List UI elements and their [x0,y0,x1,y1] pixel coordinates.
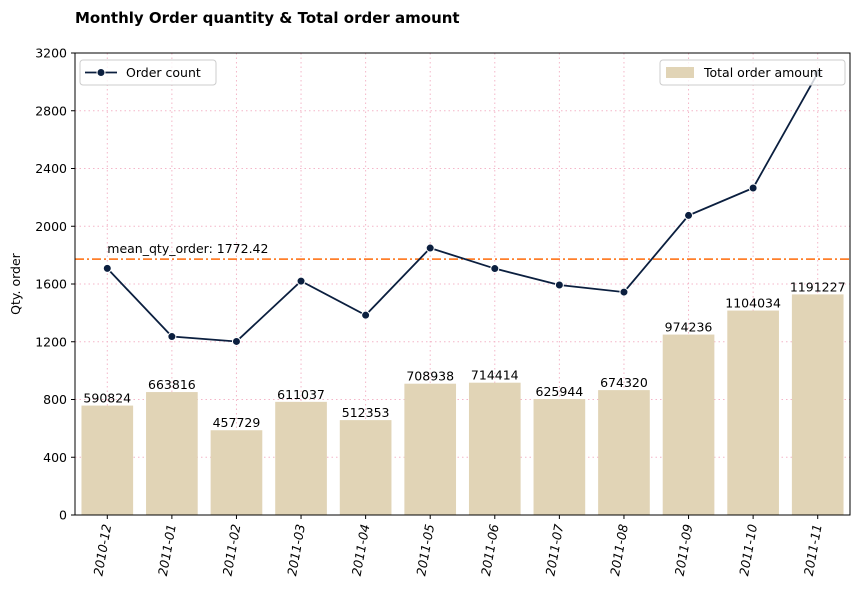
bar-2011-02 [210,430,263,515]
chart-container: Monthly Order quantity & Total order amo… [0,0,859,594]
y-tick-label-5: 2000 [35,219,67,234]
y-tick-label-3: 1200 [35,334,67,349]
y-tick-label-2: 800 [43,392,67,407]
bar-label-2011-07: 625944 [536,384,584,399]
x-tick-label-2011-02: 2011-02 [220,523,244,577]
bar-label-2011-05: 708938 [406,369,454,384]
y-tick-label-6: 2400 [35,161,67,176]
x-tick-label-2011-11: 2011-11 [801,523,825,577]
y-axis-label: Qty. order [8,252,23,314]
bar-2010-12 [81,405,134,515]
bar-2011-07 [533,399,586,515]
bar-2011-04 [339,420,392,515]
x-tick-label-2011-09: 2011-09 [672,523,696,577]
legend-line-marker [96,68,106,77]
order-count-point-2011-08 [619,287,629,297]
order-count-point-2011-10 [748,183,758,193]
bar-2011-05 [404,383,457,515]
y-tick-label-1: 400 [43,450,67,465]
bar-2011-10 [727,310,779,515]
mean-annotation: mean_qty_order: 1772.42 [107,241,268,256]
legend-label-total-order-amount: Total order amount [703,65,823,80]
order-count-point-2011-09 [684,210,694,220]
order-count-point-2011-04 [361,310,371,320]
bar-label-2011-04: 512353 [342,405,390,420]
order-count-point-2011-02 [231,336,241,346]
bar-2011-06 [468,382,521,515]
legend-label-order-count: Order count [126,65,201,80]
plot-area: 590824 663816 457729 611037 512353 708938 7144… [8,46,851,577]
order-count-point-2011-03 [296,276,306,286]
bar-label-2011-03: 611037 [277,387,325,402]
bar-label-2011-11: 1191227 [790,279,846,294]
x-tick-label-2011-04: 2011-04 [349,523,373,577]
order-count-point-2011-06 [490,264,500,274]
bar-label-2010-12: 590824 [83,391,131,406]
bar-label-2011-02: 457729 [213,415,261,430]
y-tick-label-7: 2800 [35,103,67,118]
order-count-point-2011-05 [425,243,435,253]
bar-2011-09 [662,334,715,515]
x-tick-label-2011-05: 2011-05 [413,523,437,577]
bar-label-2011-01: 663816 [148,377,196,392]
bar-label-2011-09: 974236 [665,320,713,335]
bar-label-2011-10: 1104034 [725,296,781,311]
bar-2011-03 [275,401,327,515]
combo-chart: Monthly Order quantity & Total order amo… [8,9,851,577]
x-tick-label-2011-01: 2011-01 [155,523,179,577]
order-count-point-2011-07 [554,280,564,290]
bar-label-2011-08: 674320 [600,375,648,390]
x-tick-label-2010-12: 2010-12 [90,523,114,577]
bar-2011-11 [791,294,844,515]
x-tick-label-2011-07: 2011-07 [542,523,566,577]
x-tick-label-2011-08: 2011-08 [607,523,631,577]
bar-2011-01 [146,392,198,515]
bar-2011-08 [598,390,650,515]
x-tick-label-2011-06: 2011-06 [478,523,502,577]
chart-title: Monthly Order quantity & Total order amo… [75,9,460,27]
order-count-point-2010-12 [102,263,112,273]
legend-bar-swatch [666,67,694,78]
y-tick-label-0: 0 [59,508,67,523]
bar-label-2011-06: 714414 [471,368,519,383]
order-count-line [106,72,819,343]
x-tick-label-2011-03: 2011-03 [284,523,308,577]
x-tick-label-2011-10: 2011-10 [736,523,760,577]
y-tick-label-8: 3200 [35,46,67,61]
y-tick-label-4: 1600 [35,277,67,292]
order-count-point-2011-01 [167,332,177,342]
